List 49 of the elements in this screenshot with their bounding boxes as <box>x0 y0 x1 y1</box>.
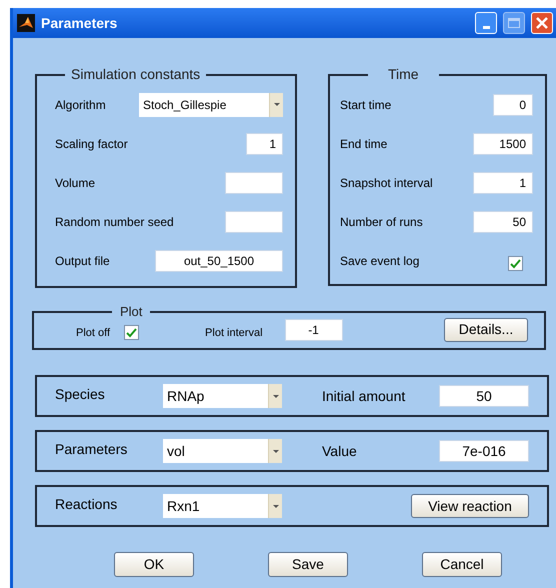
field-label: Save event log <box>340 252 420 270</box>
panel-label: Parameters <box>55 440 128 458</box>
button[interactable]: Cancel <box>422 552 502 577</box>
dropdown[interactable]: vol <box>163 439 282 463</box>
field-label: Scaling factor <box>55 136 128 152</box>
field-label: Plot interval <box>205 326 263 342</box>
field-label: Initial amount <box>322 386 406 406</box>
button[interactable]: Save <box>268 552 348 577</box>
checkmark-icon <box>510 258 521 268</box>
checkbox[interactable] <box>124 325 140 340</box>
field-label: Algorithm <box>55 96 106 114</box>
dropdown[interactable]: RNAp <box>163 384 282 408</box>
input-field[interactable]: 1 <box>473 172 533 194</box>
field-label: Start time <box>340 96 392 114</box>
input-field[interactable]: 50 <box>439 385 529 407</box>
checkbox[interactable] <box>508 256 523 271</box>
app-logo-icon <box>17 14 35 32</box>
input-field[interactable]: 50 <box>473 210 533 232</box>
minimize-icon[interactable] <box>475 12 497 34</box>
group-title: Plot <box>119 303 144 321</box>
button[interactable]: Details... <box>444 318 528 342</box>
field-label: Number of runs <box>340 214 423 230</box>
field-label: Value <box>322 442 358 460</box>
button[interactable]: View reaction <box>411 494 529 518</box>
window-title: Parameters <box>41 14 118 32</box>
field-label: Snapshot interval <box>340 174 433 192</box>
input-field[interactable]: out_50_1500 <box>155 250 283 272</box>
field-label: Volume <box>55 174 96 192</box>
maximize-icon[interactable] <box>503 12 525 34</box>
input-field[interactable]: 0 <box>493 94 533 116</box>
field-label: Random number seed <box>55 214 174 230</box>
input-field[interactable] <box>225 172 283 194</box>
dropdown[interactable]: Rxn1 <box>163 494 282 518</box>
group-title: Simulation constants <box>70 65 202 84</box>
group-title: Time <box>387 65 420 84</box>
panel-label: Reactions <box>55 494 118 514</box>
close-icon[interactable] <box>531 12 553 34</box>
input-field[interactable]: 1 <box>246 132 283 154</box>
button[interactable]: OK <box>114 552 194 577</box>
input-field[interactable] <box>225 210 283 232</box>
field-label: Plot off <box>76 326 110 342</box>
field-label: Output file <box>55 252 110 270</box>
field-label: End time <box>340 136 388 152</box>
input-field[interactable]: 1500 <box>473 132 533 154</box>
input-field[interactable]: -1 <box>284 318 343 340</box>
input-field[interactable]: 7e-016 <box>439 440 529 462</box>
panel-label: Species <box>55 384 106 404</box>
dropdown[interactable]: Stoch_Gillespie <box>139 92 283 116</box>
checkmark-icon <box>126 328 138 338</box>
